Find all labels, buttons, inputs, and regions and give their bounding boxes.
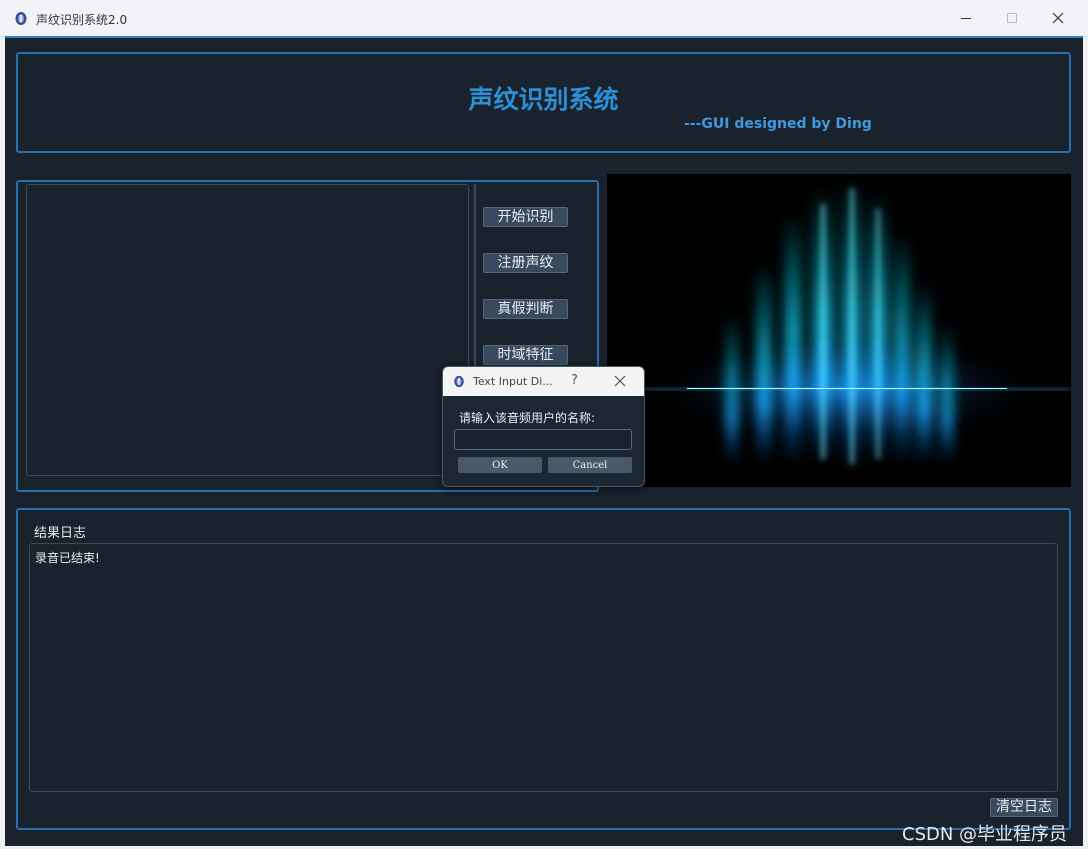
soundwave-graphic — [607, 174, 1071, 487]
dialog-prompt: 请输入该音频用户的名称: — [459, 411, 596, 425]
main-window: 声纹识别系统2.0 声纹识别系统 ---GUI designed by Ding — [0, 0, 1088, 849]
dialog-help-button[interactable]: ? — [571, 373, 581, 388]
watermark: CSDN @毕业程序员 — [902, 824, 1068, 845]
log-panel: 结果日志 录音已结束! 清空日志 — [16, 508, 1071, 830]
log-textarea[interactable]: 录音已结束! — [29, 543, 1058, 792]
time-domain-features-button[interactable]: 时域特征 — [483, 345, 568, 365]
system-title: 声纹识别系统 — [18, 80, 1069, 116]
start-recognition-button[interactable]: 开始识别 — [483, 207, 568, 227]
window-titlebar[interactable]: 声纹识别系统2.0 — [0, 0, 1088, 37]
register-voiceprint-button[interactable]: 注册声纹 — [483, 253, 568, 273]
authenticity-check-button[interactable]: 真假判断 — [483, 299, 568, 319]
text-input-dialog: Text Input Di... ? 请输入该音频用户的名称: OK Cance… — [442, 366, 645, 487]
maximize-button[interactable] — [989, 0, 1035, 36]
cancel-button[interactable]: Cancel — [548, 457, 632, 473]
maximize-icon — [1007, 13, 1017, 23]
close-icon[interactable] — [614, 375, 626, 387]
system-title-text: 声纹识别系统 — [468, 85, 619, 114]
close-button[interactable] — [1035, 0, 1081, 36]
app-logo-icon — [454, 375, 464, 388]
app-logo-icon — [15, 12, 27, 25]
window-title: 声纹识别系统2.0 — [36, 13, 128, 27]
display-area — [26, 184, 469, 476]
dialog-title: Text Input Di... — [473, 375, 553, 388]
dialog-titlebar[interactable]: Text Input Di... ? — [443, 367, 644, 396]
designer-credit: ---GUI designed by Ding — [684, 116, 872, 132]
log-text: 录音已结束! — [35, 551, 100, 565]
minimize-icon — [961, 18, 971, 19]
minimize-button[interactable] — [943, 0, 989, 36]
ok-button[interactable]: OK — [458, 457, 542, 473]
log-label: 结果日志 — [34, 526, 87, 541]
soundwave-image — [607, 174, 1071, 487]
header-panel: 声纹识别系统 ---GUI designed by Ding — [16, 52, 1071, 153]
close-icon — [1052, 12, 1064, 24]
username-input[interactable] — [454, 429, 632, 450]
clear-log-button[interactable]: 清空日志 — [990, 798, 1058, 817]
